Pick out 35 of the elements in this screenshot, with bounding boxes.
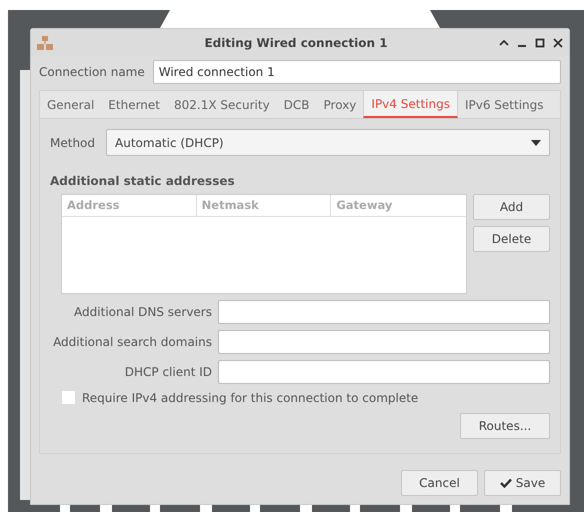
cancel-button[interactable]: Cancel [401, 470, 478, 496]
method-dropdown[interactable]: Automatic (DHCP) [106, 129, 550, 156]
tab[interactable]: 802.1X Security [167, 91, 277, 118]
input-field[interactable] [218, 360, 550, 384]
window-title: Editing Wired connection 1 [203, 36, 389, 50]
table-button[interactable]: Add [473, 194, 550, 220]
close-icon[interactable] [553, 38, 563, 48]
table-button[interactable]: Delete [473, 226, 550, 252]
tab[interactable]: IPv6 Settings [458, 91, 550, 118]
checkbox[interactable] [61, 390, 76, 405]
tab[interactable]: DCB [276, 91, 317, 118]
field-label: Additional DNS servers [73, 305, 212, 319]
column-header[interactable]: Address [62, 195, 197, 216]
tab[interactable]: IPv4 Settings [363, 91, 458, 118]
tab[interactable]: General [40, 91, 102, 118]
maximize-icon[interactable] [535, 38, 545, 48]
save-button[interactable]: Save [484, 470, 561, 496]
routes-button[interactable]: Routes... [460, 413, 550, 439]
column-header[interactable]: Netmask [196, 195, 332, 216]
network-icon [37, 36, 53, 50]
input-field[interactable] [218, 300, 550, 324]
field-label: DHCP client ID [124, 365, 212, 379]
tab[interactable]: Ethernet [101, 91, 167, 118]
tab[interactable]: Proxy [316, 91, 364, 118]
section-heading: Additional static addresses [50, 174, 236, 188]
connection-name-label: Connection name [39, 65, 145, 79]
field-label: Additional search domains [52, 335, 212, 349]
checkbox-label: Require IPv4 addressing for this connection to complete [82, 390, 418, 404]
caret-icon [531, 140, 541, 146]
connection-name-field[interactable]: Wired connection 1 [152, 60, 561, 84]
input-field[interactable] [218, 330, 550, 354]
check-icon [500, 478, 512, 488]
column-header[interactable]: Gateway [331, 195, 466, 216]
method-label: Method [50, 136, 96, 150]
shade-icon[interactable] [499, 38, 509, 48]
